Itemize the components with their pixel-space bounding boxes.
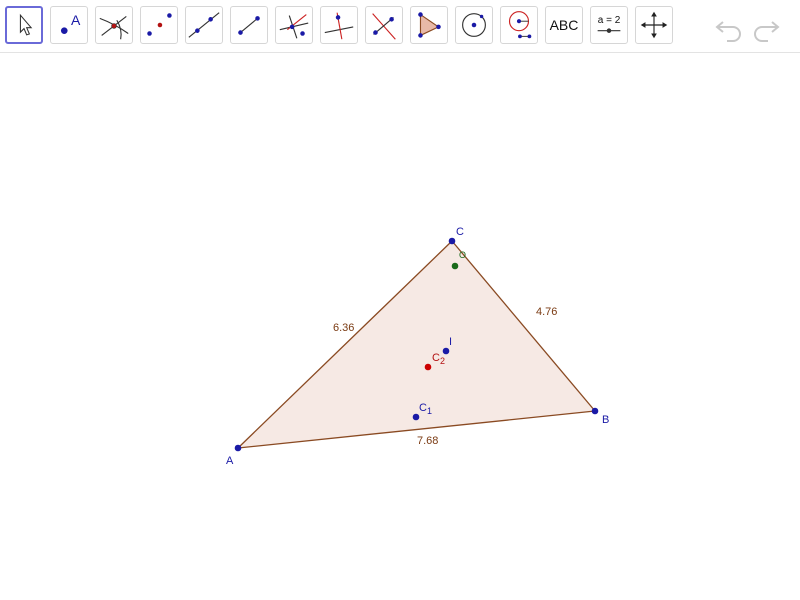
intersect-tool-button[interactable] bbox=[95, 6, 133, 44]
intersect-icon bbox=[99, 16, 129, 40]
label-c: C bbox=[456, 226, 464, 238]
circle-center-point-icon bbox=[462, 13, 486, 37]
text-icon: ABC bbox=[549, 17, 579, 33]
length-ca: 6.36 bbox=[333, 322, 355, 334]
line-tool-button[interactable] bbox=[185, 6, 223, 44]
redo-button[interactable] bbox=[752, 12, 782, 42]
compass-icon bbox=[508, 11, 532, 39]
point-b[interactable] bbox=[591, 407, 599, 415]
perpendicular-icon bbox=[279, 14, 309, 39]
segment-tool-button[interactable] bbox=[230, 6, 268, 44]
point-circumcenter[interactable] bbox=[451, 262, 459, 270]
segment-icon bbox=[238, 16, 260, 35]
perpendicular-bisector-tool-button[interactable] bbox=[320, 6, 358, 44]
undo-icon bbox=[715, 21, 741, 42]
redo-icon bbox=[754, 21, 780, 42]
circle-radius-tool-button[interactable] bbox=[500, 6, 538, 44]
length-bc: 4.76 bbox=[536, 306, 558, 318]
text-tool-button[interactable]: ABC bbox=[545, 6, 583, 44]
graphics-view[interactable]: A B C C1 I C2 O 7.68 4.76 6.36 bbox=[0, 53, 800, 600]
label-b: B bbox=[602, 414, 610, 426]
point-a[interactable] bbox=[234, 444, 242, 452]
perpendicular-bisector-icon bbox=[324, 12, 354, 40]
move-view-tool-button[interactable] bbox=[635, 6, 673, 44]
angle-bisector-icon bbox=[372, 13, 396, 40]
angle-bisector-tool-button[interactable] bbox=[365, 6, 403, 44]
label-a: A bbox=[226, 455, 234, 467]
point-icon bbox=[60, 27, 68, 34]
slider-tool-button[interactable]: a = 2 bbox=[590, 6, 628, 44]
midpoint-tool-button[interactable] bbox=[140, 6, 178, 44]
polygon-icon bbox=[418, 12, 441, 38]
construction-svg[interactable] bbox=[0, 53, 800, 600]
midpoint-icon bbox=[147, 13, 172, 36]
move-tool-button[interactable] bbox=[5, 6, 43, 44]
undo-button[interactable] bbox=[713, 12, 743, 42]
label-c1: C1 bbox=[419, 402, 432, 417]
toolbar: A ABC a = 2 bbox=[0, 0, 800, 53]
label-i: I bbox=[449, 336, 453, 348]
slider-icon bbox=[597, 28, 621, 33]
polygon-tool-button[interactable] bbox=[410, 6, 448, 44]
arrow-cursor-icon bbox=[19, 13, 33, 36]
circle-tool-button[interactable] bbox=[455, 6, 493, 44]
label-c2: C2 bbox=[432, 352, 445, 367]
point-letter: A bbox=[71, 12, 81, 28]
point-c2[interactable] bbox=[424, 363, 432, 371]
line-icon bbox=[188, 12, 220, 38]
perpendicular-tool-button[interactable] bbox=[275, 6, 313, 44]
length-ab: 7.68 bbox=[417, 435, 439, 447]
point-c[interactable] bbox=[448, 237, 456, 245]
label-circumcenter: O bbox=[459, 250, 467, 260]
move-graphics-view-icon bbox=[640, 11, 668, 39]
point-tool-button[interactable]: A bbox=[50, 6, 88, 44]
